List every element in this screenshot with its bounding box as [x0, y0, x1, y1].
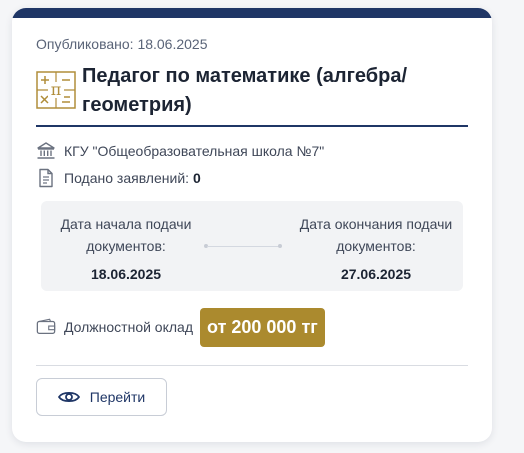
start-date-column: Дата начала подачи документов: 18.06.202…	[49, 213, 203, 285]
end-date-label: Дата окончания подачи документов:	[299, 216, 453, 254]
salary-row: Должностной оклад от 200 000 тг	[36, 307, 325, 347]
svg-text:π: π	[51, 80, 62, 99]
title-underline	[36, 125, 468, 127]
published-date: Опубликовано: 18.06.2025	[36, 36, 208, 52]
divider	[36, 365, 468, 366]
end-date-value: 27.06.2025	[340, 266, 412, 282]
institution-icon	[36, 141, 56, 161]
salary-label: Должностной оклад	[64, 319, 194, 335]
go-button[interactable]: Перейти	[36, 378, 167, 416]
start-date-value: 18.06.2025	[90, 266, 162, 282]
applications-label: Подано заявлений:	[64, 170, 190, 186]
applications-count: 0	[193, 170, 201, 186]
document-icon	[36, 168, 56, 188]
submission-dates-panel: Дата начала подачи документов: 18.06.202…	[41, 201, 463, 291]
wallet-icon	[36, 317, 56, 337]
card-top-accent-bar	[12, 8, 492, 18]
date-range-connector	[204, 244, 282, 248]
organization-row: КГУ "Общеобразовательная школа №7"	[36, 141, 324, 161]
applications-row: Подано заявлений: 0	[36, 168, 201, 188]
eye-icon	[57, 390, 80, 404]
organization-name: КГУ "Общеобразовательная школа №7"	[64, 143, 325, 159]
salary-badge: от 200 000 тг	[200, 307, 325, 347]
vacancy-title[interactable]: Педагог по математике (алгебра/ геометри…	[82, 62, 462, 120]
end-date-column: Дата окончания подачи документов: 27.06.…	[291, 213, 461, 285]
start-date-label: Дата начала подачи документов:	[60, 216, 192, 254]
vacancy-card: Опубликовано: 18.06.2025 π Педагог по ма…	[12, 8, 492, 442]
math-symbols-icon: π	[36, 71, 76, 109]
go-button-label: Перейти	[89, 389, 146, 405]
